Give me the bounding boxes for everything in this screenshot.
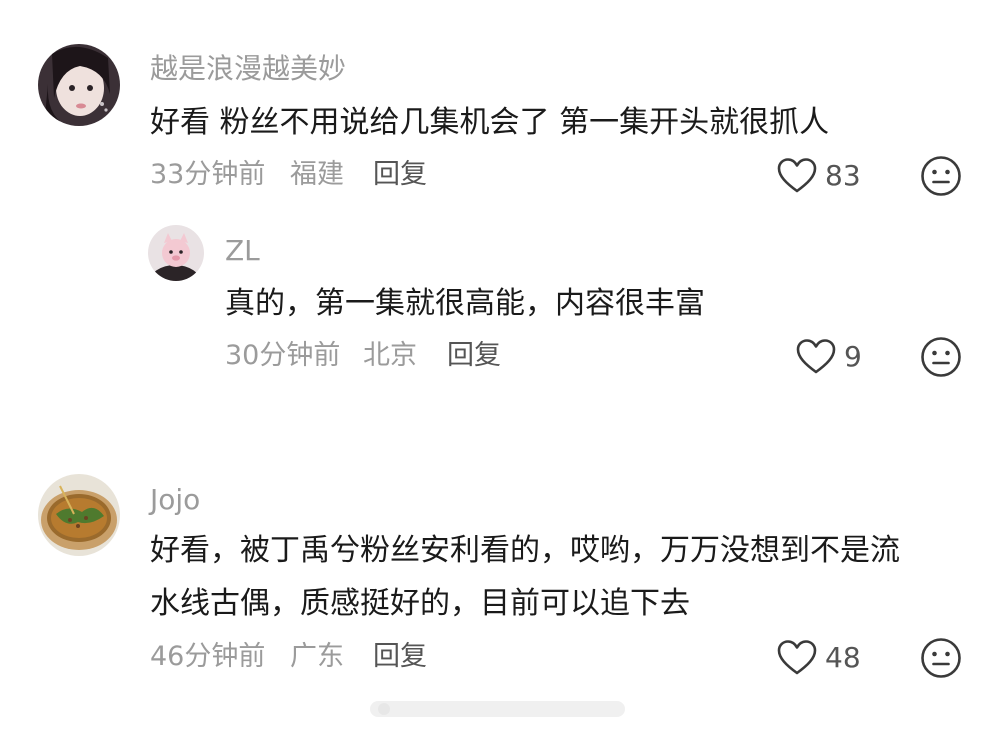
avatar[interactable] xyxy=(148,225,204,281)
reply-location: 北京 xyxy=(363,340,417,371)
like-count: 9 xyxy=(844,340,862,373)
avatar[interactable] xyxy=(38,474,120,556)
avatar-image xyxy=(38,44,120,126)
comment-time: 46分钟前 xyxy=(150,641,266,672)
comment-content-line: 水线古偶，质感挺好的，目前可以追下去 xyxy=(150,586,690,621)
reply-button[interactable]: 回复 xyxy=(373,161,427,188)
avatar-image xyxy=(38,474,120,556)
like-button[interactable]: 83 xyxy=(777,157,861,195)
heart-outline-icon xyxy=(777,639,817,677)
comment-time: 33分钟前 xyxy=(150,159,266,190)
reply-time: 30分钟前 xyxy=(225,340,341,371)
neutral-face-icon[interactable] xyxy=(920,155,962,197)
comment-username[interactable]: Jojo xyxy=(150,486,200,514)
neutral-face-icon[interactable] xyxy=(920,637,962,679)
neutral-face-icon[interactable] xyxy=(920,336,962,378)
heart-outline-icon xyxy=(796,338,836,376)
reply-username[interactable]: ZL xyxy=(225,237,260,265)
like-button[interactable]: 9 xyxy=(796,338,862,376)
comment-content: 好看 粉丝不用说给几集机会了 第一集开头就很抓人 xyxy=(150,105,830,140)
reply-button[interactable]: 回复 xyxy=(373,643,427,670)
comment-username[interactable]: 越是浪漫越美妙 xyxy=(150,55,346,83)
heart-outline-icon xyxy=(777,157,817,195)
like-count: 48 xyxy=(825,641,861,674)
like-button[interactable]: 48 xyxy=(777,639,861,677)
comment-content-line: 好看，被丁禹兮粉丝安利看的，哎哟，万万没想到不是流 xyxy=(150,533,900,568)
avatar-image xyxy=(148,225,204,281)
avatar[interactable] xyxy=(38,44,120,126)
comment-location: 广东 xyxy=(290,641,344,672)
reply-content: 真的，第一集就很高能，内容很丰富 xyxy=(225,286,705,321)
watermark xyxy=(370,695,625,723)
like-count: 83 xyxy=(825,159,861,192)
comment-location: 福建 xyxy=(290,159,344,190)
reply-button[interactable]: 回复 xyxy=(447,342,501,369)
